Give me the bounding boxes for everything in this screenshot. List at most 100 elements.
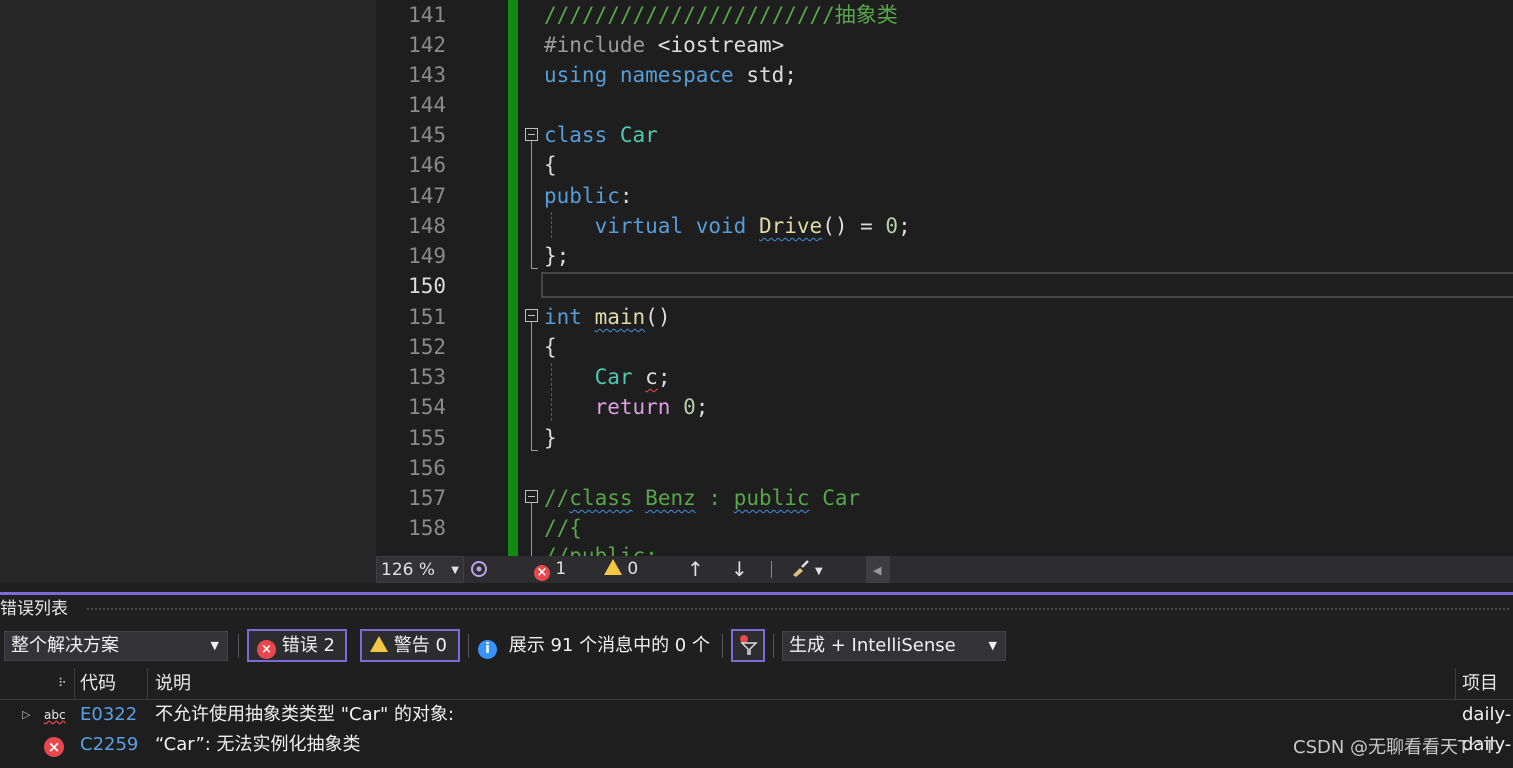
code-line-158: //{ <box>544 516 582 540</box>
code-line-142: #include <iostream> <box>544 33 785 57</box>
error-list-header: ⠗ 代码 说明 项目 <box>0 668 1513 700</box>
grip-dots <box>86 607 1511 611</box>
outline-end <box>531 450 538 451</box>
line-number-gutter: 141 142 143 144 145 146 147 148 149 150 … <box>376 0 508 556</box>
spellcheck-icon: abc <box>44 708 66 722</box>
line-number: 151 <box>408 305 446 329</box>
code-line-152: { <box>544 335 557 359</box>
source-filter-dropdown[interactable]: 生成 + IntelliSense ▼ <box>782 631 1006 661</box>
down-arrow-icon: ↓ <box>731 557 748 581</box>
error-description: “Car”: 无法实例化抽象类 <box>155 734 361 755</box>
error-row[interactable]: × C2259 “Car”: 无法实例化抽象类 daily- <box>0 730 1513 760</box>
outline-line <box>531 141 532 268</box>
error-code-link[interactable]: E0322 <box>80 700 137 730</box>
filter-icon <box>740 635 758 655</box>
line-number: 142 <box>408 33 446 57</box>
line-number: 152 <box>408 335 446 359</box>
error-icon: × <box>44 730 64 760</box>
line-number: 141 <box>408 3 446 27</box>
error-project: daily- <box>1462 704 1512 725</box>
next-issue-button[interactable]: ↓ <box>731 556 748 583</box>
scroll-left-button[interactable]: ◀ <box>866 556 890 583</box>
code-line-147: public: <box>544 184 633 208</box>
collapse-comment-icon[interactable] <box>525 490 538 503</box>
collapse-main-icon[interactable] <box>525 309 538 322</box>
error-count-indicator[interactable]: × 1 <box>534 556 566 583</box>
code-line-148: virtual void Drive() = 0; <box>594 214 911 238</box>
chevron-down-icon: ▼ <box>815 566 823 577</box>
warning-icon <box>370 636 388 652</box>
code-line-159-partial: //public: <box>544 544 658 556</box>
code-line-141: ///////////////////////抽象类 <box>544 3 898 27</box>
line-number: 145 <box>408 123 446 147</box>
error-row[interactable]: ▷ abc E0322 不允许使用抽象类类型 "Car" 的对象: daily- <box>0 700 1513 730</box>
error-list-toolbar: 整个解决方案 ▼ × 错误 2 警告 0 i 展示 91 个消息中的 0 个 生成… <box>0 622 1513 666</box>
expand-arrow-icon[interactable]: ▷ <box>22 700 30 730</box>
zoom-dropdown[interactable]: 126 % ▼ <box>376 556 464 583</box>
separator <box>468 634 469 658</box>
panel-title: 错误列表 <box>0 599 68 619</box>
line-number: 146 <box>408 153 446 177</box>
code-line-154: return 0; <box>594 395 709 419</box>
code-line-143: using namespace std; <box>544 63 797 87</box>
scope-dropdown[interactable]: 整个解决方案 ▼ <box>4 631 228 661</box>
column-separator[interactable] <box>1455 668 1456 699</box>
chevron-down-icon: ▼ <box>210 639 219 652</box>
code-line-146: { <box>544 153 557 177</box>
warning-count-indicator[interactable]: 0 <box>604 556 638 583</box>
code-line-145: class Car <box>544 123 658 147</box>
code-line-153: Car c; <box>594 365 671 389</box>
sort-grip-icon[interactable]: ⠗ <box>58 668 67 699</box>
chevron-down-icon: ▼ <box>988 639 997 652</box>
left-panel <box>0 0 376 583</box>
line-number: 155 <box>408 426 446 450</box>
outline-end <box>531 268 538 269</box>
up-arrow-icon: ↑ <box>687 557 704 581</box>
code-line-149: }; <box>544 244 570 268</box>
line-number: 156 <box>408 456 446 480</box>
line-number: 154 <box>408 395 446 419</box>
error-code-link[interactable]: C2259 <box>80 730 138 760</box>
line-number: 144 <box>408 93 446 117</box>
messages-toggle-button[interactable]: i 展示 91 个消息中的 0 个 <box>478 629 710 662</box>
line-number: 148 <box>408 214 446 238</box>
separator <box>771 561 772 578</box>
column-separator[interactable] <box>147 668 148 699</box>
warnings-toggle-button[interactable]: 警告 0 <box>360 629 460 662</box>
error-list-title-bar[interactable]: 错误列表 <box>0 596 1513 622</box>
column-header-description[interactable]: 说明 <box>155 668 191 699</box>
code-cleanup-button[interactable]: ▼ <box>790 556 823 583</box>
intellicode-icon[interactable] <box>470 556 492 583</box>
column-separator[interactable] <box>74 668 75 699</box>
collapse-class-icon[interactable] <box>525 128 538 141</box>
separator <box>722 634 723 658</box>
line-number-current: 150 <box>408 274 446 298</box>
filter-button[interactable] <box>731 629 765 662</box>
watermark: CSDN @无聊看看天T^T <box>1293 737 1496 758</box>
code-line-155: } <box>544 426 557 450</box>
errors-toggle-button[interactable]: × 错误 2 <box>247 629 347 662</box>
info-icon: i <box>478 640 497 659</box>
warning-icon <box>604 559 622 575</box>
separator <box>773 634 774 658</box>
line-number: 157 <box>408 486 446 510</box>
previous-issue-button[interactable]: ↑ <box>687 556 704 583</box>
panel-accent-bar <box>0 592 1513 595</box>
line-number: 143 <box>408 63 446 87</box>
line-number: 149 <box>408 244 446 268</box>
line-number: 158 <box>408 516 446 540</box>
editor-status-bar: 126 % ▼ × 1 0 ↑ ↓ ▼ ◀ <box>376 556 1513 583</box>
outline-line <box>531 503 532 556</box>
code-line-157: //class Benz : public Car <box>544 486 861 510</box>
change-tracking-bar <box>508 0 518 556</box>
separator <box>238 634 239 658</box>
column-header-project[interactable]: 项目 <box>1462 668 1498 699</box>
error-icon: × <box>257 640 276 659</box>
current-line-highlight <box>541 272 1513 298</box>
code-line-151: int main() <box>544 305 671 329</box>
outline-line <box>531 322 532 450</box>
line-number: 147 <box>408 184 446 208</box>
chevron-down-icon: ▼ <box>451 565 459 576</box>
line-number: 153 <box>408 365 446 389</box>
column-header-code[interactable]: 代码 <box>80 668 116 699</box>
